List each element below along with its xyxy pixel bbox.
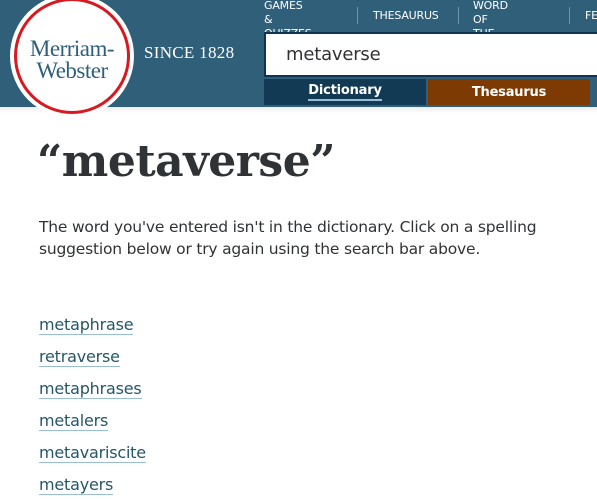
page-title: “metaverse” [37, 136, 336, 187]
list-item: metavariscite [39, 441, 146, 473]
tab-dictionary[interactable]: Dictionary [264, 79, 426, 105]
tab-thesaurus[interactable]: Thesaurus [428, 79, 590, 105]
logo-line-2: Webster [36, 58, 108, 83]
nav-separator [357, 7, 358, 24]
logo-line-1: Merriam- [29, 36, 115, 61]
nav-games-line1: GAMES & [264, 0, 303, 26]
spelling-suggestions: metaphrase retraverse metaphrases metale… [39, 313, 146, 500]
list-item: retraverse [39, 345, 146, 377]
list-item: metayers [39, 473, 146, 500]
nav-thesaurus[interactable]: THESAURUS [373, 0, 439, 32]
since-1828-tagline: SINCE 1828 [144, 43, 235, 62]
logo-text: Merriam- Webster [29, 36, 115, 83]
search-box [264, 32, 597, 77]
suggestion-link[interactable]: metaphrase [39, 315, 134, 335]
suggestion-link[interactable]: metaphrases [39, 379, 142, 399]
nav-separator [458, 7, 459, 24]
tab-thesaurus-label: Thesaurus [471, 84, 547, 100]
list-item: metaphrases [39, 377, 146, 409]
nav-games-quizzes[interactable]: GAMES & QUIZZES [264, 0, 312, 40]
suggestion-link[interactable]: metayers [39, 475, 113, 495]
tab-gap [590, 79, 597, 105]
nav-separator [569, 7, 570, 24]
list-item: metaphrase [39, 313, 146, 345]
search-input[interactable] [274, 34, 594, 75]
suggestion-link[interactable]: metavariscite [39, 443, 146, 463]
nav-features[interactable]: FE [585, 0, 597, 32]
suggestion-link[interactable]: retraverse [39, 347, 120, 367]
nav-word-of-the-day[interactable]: WORD OF THE DAY [473, 0, 508, 54]
nav-wotd-line1: WORD OF [473, 0, 508, 26]
not-found-message: The word you've entered isn't in the dic… [39, 218, 537, 258]
list-item: metalers [39, 409, 146, 441]
suggestion-link[interactable]: metalers [39, 411, 108, 431]
tab-dictionary-label: Dictionary [308, 83, 382, 101]
